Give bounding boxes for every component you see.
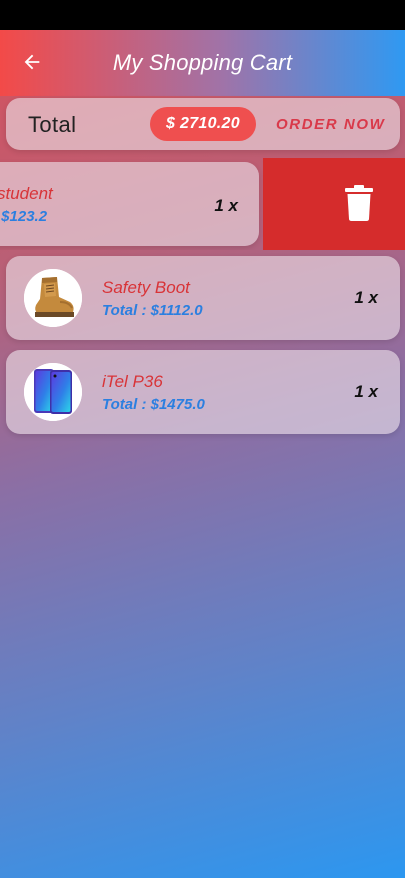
item-name: iTel P36 — [102, 372, 163, 391]
item-total: Total : $1475.0 — [102, 396, 205, 413]
cart-item-card[interactable]: Safety Boot Total : $1112.0 1 x — [6, 256, 400, 340]
item-name: student — [0, 184, 53, 203]
cart-item-card[interactable]: student : $123.2 1 x — [0, 162, 259, 246]
item-quantity: 1 x — [354, 288, 378, 307]
boot-image — [24, 269, 82, 327]
item-quantity: 1 x — [354, 382, 378, 401]
trash-icon[interactable] — [345, 185, 373, 221]
page-title: My Shopping Cart — [112, 50, 293, 75]
swiped-cart-row[interactable]: student : $123.2 1 x — [0, 158, 405, 250]
order-now-button[interactable]: ORDER NOW — [276, 116, 385, 133]
item-total: Total : $1112.0 — [102, 302, 203, 319]
cart-item-card[interactable]: iTel P36 Total : $1475.0 1 x — [6, 350, 400, 434]
status-bar — [0, 0, 405, 30]
app-bar: My Shopping Cart — [0, 30, 405, 96]
delete-background[interactable] — [263, 158, 405, 250]
total-summary-card: Total $ 2710.20 ORDER NOW — [6, 98, 400, 150]
total-amount-chip: $ 2710.20 — [150, 107, 256, 141]
total-label: Total — [28, 112, 77, 137]
item-name: Safety Boot — [102, 278, 190, 297]
item-total: : $123.2 — [0, 208, 48, 225]
phone-image — [24, 363, 82, 421]
item-quantity: 1 x — [214, 196, 238, 215]
